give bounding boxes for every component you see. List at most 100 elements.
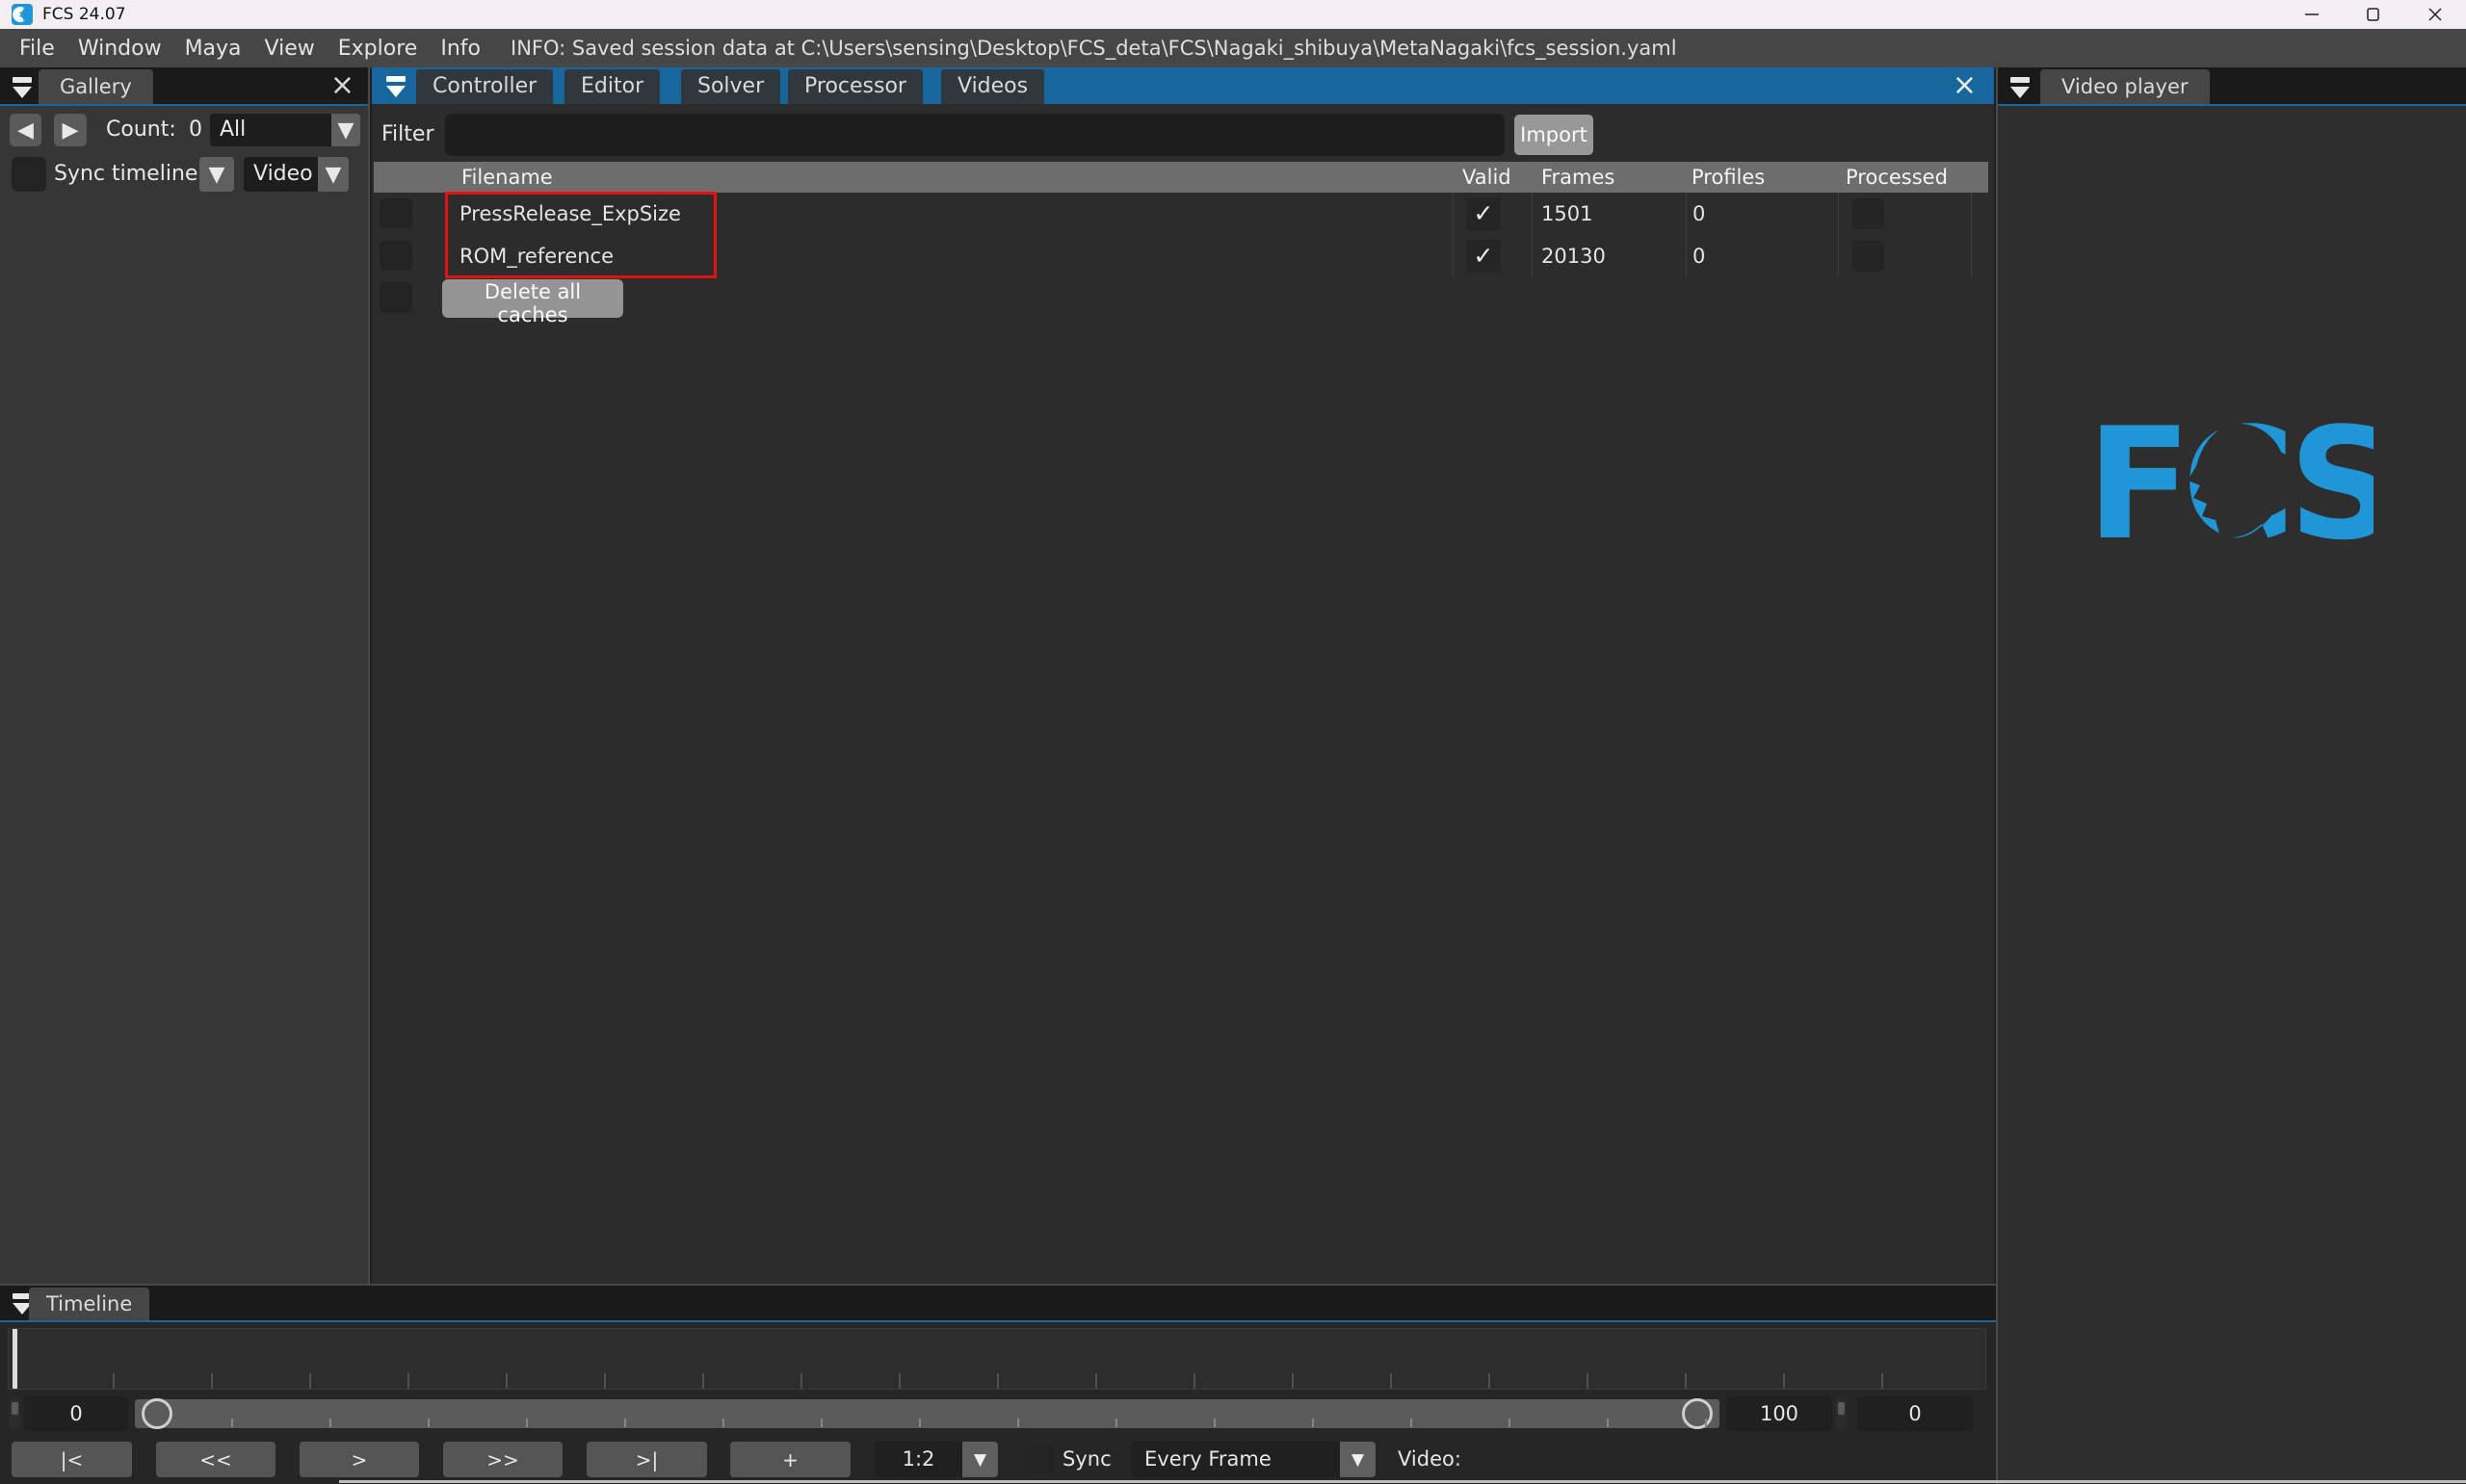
fcs-logo: FCS [2094,403,2374,560]
collapse-chevron-icon[interactable] [2007,74,2033,103]
chevron-down-icon: ▼ [974,1450,986,1470]
frames-cell: 20130 [1541,235,1606,277]
tab-video-player[interactable]: Video player [2040,69,2210,104]
delete-all-caches-button[interactable]: Delete all caches [442,279,623,318]
collapse-chevron-icon[interactable] [383,73,408,102]
go-to-start-button[interactable]: |< [12,1442,132,1477]
close-button[interactable] [2404,0,2466,29]
tab-videos[interactable]: Videos [941,69,1044,104]
delete-row-checkbox[interactable] [380,282,412,313]
tab-timeline[interactable]: Timeline [29,1288,149,1320]
column-header-frames[interactable]: Frames [1541,162,1614,193]
timeline-tick [899,1373,901,1389]
valid-check-icon[interactable]: ✓ [1466,240,1501,273]
timeline-tick [800,1373,802,1389]
valid-check-icon[interactable]: ✓ [1466,197,1501,230]
slider-tick [624,1419,626,1427]
maximize-button[interactable] [2343,0,2404,29]
gallery-filter-dropdown-button[interactable]: ▼ [331,114,360,146]
slider-tick [526,1419,528,1427]
go-to-end-button[interactable]: >| [587,1442,707,1477]
slider-tick [821,1419,823,1427]
slider-tick [1410,1419,1412,1427]
timeline-tick [1292,1373,1294,1389]
step-back-button[interactable]: << [156,1442,275,1477]
tab-gallery[interactable]: Gallery [39,69,153,104]
processed-checkbox[interactable] [1851,241,1884,272]
filter-input[interactable] [445,114,1505,156]
menu-view[interactable]: View [253,37,327,61]
timeline-tick [997,1373,999,1389]
row-select-checkbox[interactable] [380,241,412,271]
tab-controller[interactable]: Controller [416,69,553,104]
sync-timeline-dropdown-button[interactable]: ▼ [199,157,234,192]
tab-editor[interactable]: Editor [564,69,660,104]
controller-panel: Controller Editor Solver Processor Video… [372,67,1994,1284]
menu-window[interactable]: Window [66,37,173,61]
play-button[interactable]: > [300,1442,419,1477]
gallery-filter-select[interactable]: All [210,114,331,146]
minimize-button[interactable] [2281,0,2343,29]
tab-processor[interactable]: Processor [788,69,923,104]
range-end-field[interactable]: 100 [1726,1396,1832,1431]
maximize-icon [2366,7,2381,22]
menu-file[interactable]: File [8,37,66,61]
video-mode-select[interactable]: Video [244,157,318,192]
video-mode-dropdown-button[interactable]: ▼ [318,157,349,192]
sync-timeline-checkbox[interactable] [12,157,46,192]
window-title: FCS 24.07 [42,5,126,24]
slider-tick [1115,1419,1117,1427]
menu-maya[interactable]: Maya [173,37,253,61]
processed-checkbox[interactable] [1851,198,1884,229]
filter-label: Filter [381,114,433,156]
menu-info[interactable]: Info [429,37,492,61]
ratio-dropdown-button[interactable]: ▼ [962,1442,998,1477]
count-value: 0 [189,114,202,146]
current-frame-field[interactable]: 0 [1857,1396,1973,1431]
timeline-tick [1095,1373,1097,1389]
titlebar: FCS 24.07 [0,0,2466,29]
frame-range-slider[interactable] [135,1399,1719,1428]
column-header-filename[interactable]: Filename [461,162,553,193]
menu-explore[interactable]: Explore [327,37,430,61]
column-header-processed[interactable]: Processed [1846,162,1948,193]
tab-solver[interactable]: Solver [681,69,780,104]
video-player-header: Video player [1998,67,2466,106]
main-tabstrip: Controller Editor Solver Processor Video… [372,67,1994,104]
sync-mode-dropdown-button[interactable]: ▼ [1340,1442,1376,1477]
range-start-field[interactable]: 0 [24,1396,128,1431]
gallery-prev-button[interactable]: ◀ [10,114,41,146]
playhead[interactable] [13,1329,17,1389]
range-slider-left-handle[interactable] [142,1398,172,1429]
ratio-select[interactable]: 1:2 [875,1442,962,1477]
step-forward-button[interactable]: >> [443,1442,563,1477]
column-header-valid[interactable]: Valid [1462,162,1511,193]
sync-timeline-label: Sync timeline [54,157,197,192]
video-label: Video: [1398,1442,1461,1477]
sync-mode-select[interactable]: Every Frame [1131,1442,1340,1477]
add-button[interactable]: + [730,1442,851,1477]
main-panel-close-icon[interactable]: × [1953,69,1977,102]
timeline-tick [211,1373,213,1389]
slider-tick [231,1419,233,1427]
range-slider-right-handle[interactable] [1682,1398,1713,1429]
chevron-down-icon: ▼ [1351,1450,1364,1470]
range-stepper-left[interactable] [10,1398,20,1429]
sync-checkbox[interactable] [1025,1445,1054,1473]
window-controls [2281,0,2466,29]
timeline-tick [506,1373,508,1389]
gallery-next-button[interactable]: ▶ [54,114,87,146]
gallery-close-icon[interactable]: × [330,69,354,102]
import-button[interactable]: Import [1514,115,1593,155]
timeline-tick [1194,1373,1195,1389]
timeline-panel: Timeline 0 100 0 |< << > >> >| + 1:2 ▼ S… [0,1284,1996,1484]
profiles-cell: 0 [1692,235,1705,277]
column-header-profiles[interactable]: Profiles [1692,162,1765,193]
frames-cell: 1501 [1541,193,1592,235]
collapse-chevron-icon[interactable] [10,74,35,103]
row-select-checkbox[interactable] [380,198,412,228]
sync-label: Sync [1062,1442,1112,1477]
timeline-track[interactable] [8,1328,1986,1390]
slider-tick [1017,1419,1019,1427]
range-stepper-right[interactable] [1836,1398,1847,1429]
